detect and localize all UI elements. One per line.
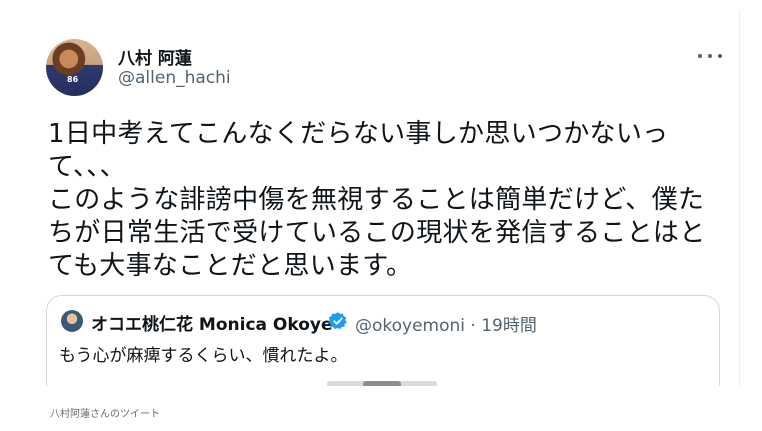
avatar-jersey-number: 86 (67, 75, 79, 84)
quoted-text: もう心が麻痺するくらい、慣れたよ。 (59, 346, 348, 366)
avatar[interactable]: 86 (46, 39, 103, 96)
quoted-handle-time: @okoyemoni · 19時間 (355, 316, 537, 336)
quoted-avatar[interactable] (61, 310, 83, 332)
tweet-text: 1日中考えてこんなくだらない事しか思いつかないって、、、 このような誹謗中傷を無… (48, 119, 706, 281)
more-horizontal-icon[interactable] (698, 46, 722, 66)
quoted-display-name: オコエ桃仁花 Monica Okoye (91, 315, 333, 335)
quoted-media-preview[interactable] (327, 381, 437, 386)
display-name[interactable]: 八村 阿蓮 (118, 44, 192, 69)
verified-badge-icon (328, 312, 347, 330)
tweet-card[interactable]: 86 八村 阿蓮 @allen_hachi 1日中考えてこんなくだらない事しか思… (22, 10, 740, 386)
card-divider (739, 10, 740, 386)
quoted-tweet[interactable]: オコエ桃仁花 Monica Okoye @okoyemoni · 19時間 もう… (46, 295, 720, 386)
user-handle[interactable]: @allen_hachi (118, 68, 231, 88)
image-caption: 八村阿蓮さんのツイート (50, 409, 160, 420)
